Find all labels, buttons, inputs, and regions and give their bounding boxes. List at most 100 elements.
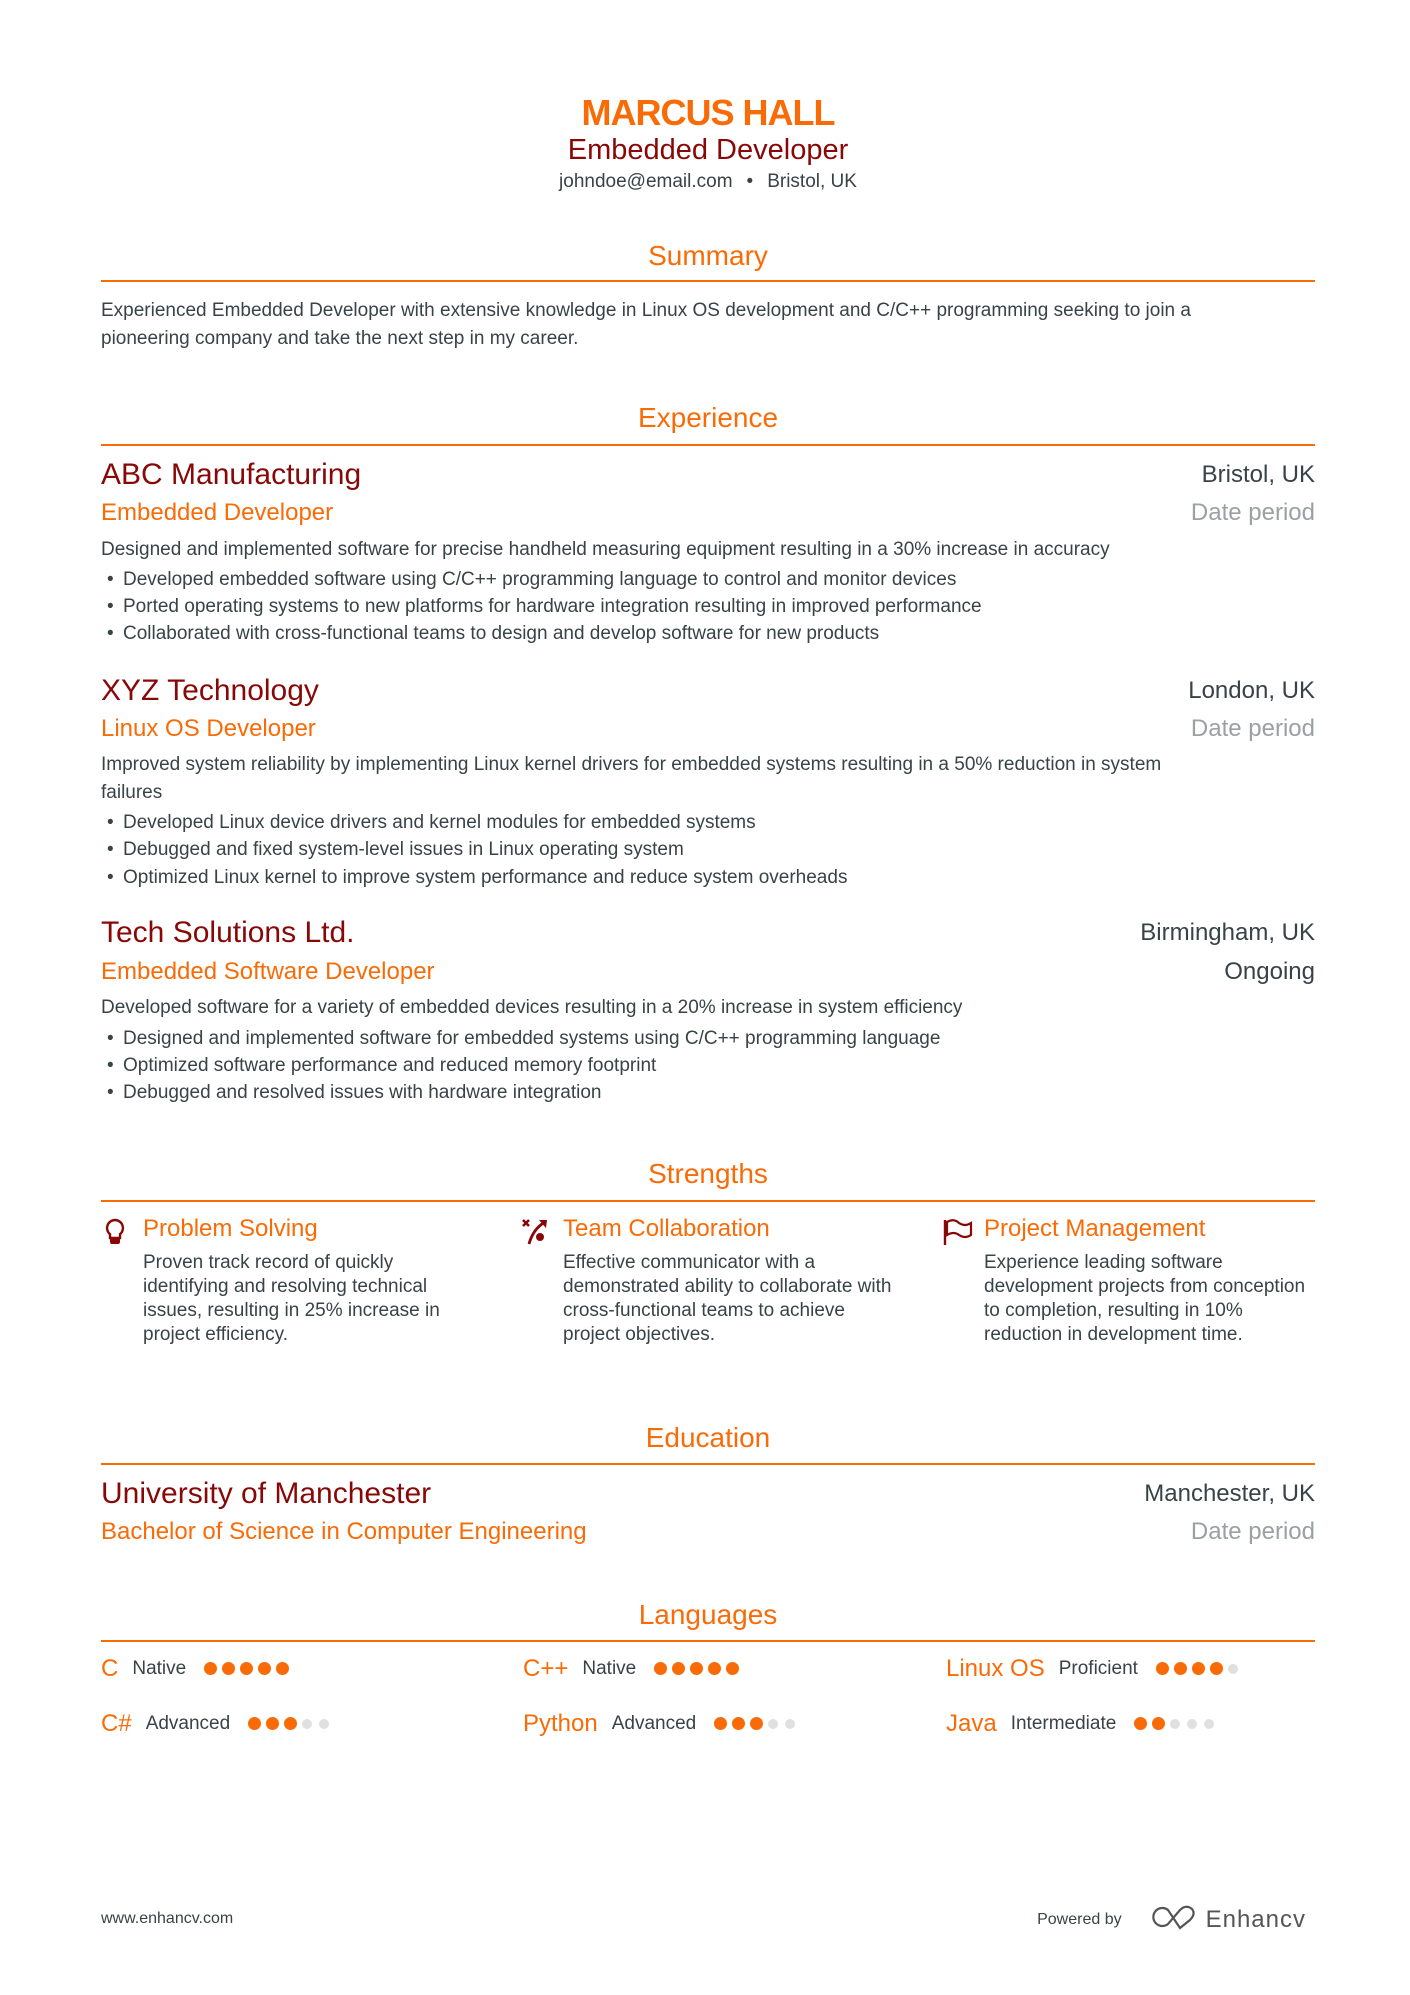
rating-dot-filled xyxy=(258,1662,272,1676)
language-name: C xyxy=(101,1655,119,1682)
rating-dot-filled xyxy=(276,1662,290,1676)
rating-dot-filled xyxy=(204,1662,218,1676)
rating-dot-filled xyxy=(708,1662,722,1676)
strengths-heading: Strengths xyxy=(648,1158,768,1189)
strategy-icon xyxy=(521,1217,549,1245)
job-bullet: • Ported operating systems to new platfor… xyxy=(101,596,1315,618)
job-date: Date period xyxy=(1190,715,1315,742)
rating-dot-filled xyxy=(690,1662,704,1676)
bullet-icon: • xyxy=(107,812,114,833)
language-name: Java xyxy=(946,1710,997,1737)
bullet-text: Optimized Linux kernel to improve system… xyxy=(123,867,848,888)
bullet-icon: • xyxy=(107,1055,114,1076)
strength-title: Project Management xyxy=(984,1215,1206,1242)
website-link[interactable]: www.enhancv.com xyxy=(101,1910,233,1928)
rating-dot-filled xyxy=(654,1662,668,1676)
section-divider xyxy=(101,1200,1315,1202)
job-date: Ongoing xyxy=(1224,958,1315,985)
bullet-icon: • xyxy=(107,867,114,888)
powered-by-label: Powered by xyxy=(1037,1910,1122,1928)
rating-dot-empty xyxy=(1204,1718,1215,1729)
language-name: C# xyxy=(101,1710,132,1737)
candidate-name: MARCUS HALL xyxy=(581,92,836,133)
rating-dot-filled xyxy=(1152,1717,1166,1731)
section-divider xyxy=(101,1463,1315,1465)
rating-dot-filled xyxy=(732,1717,746,1731)
description-line: Improved system reliability by implement… xyxy=(101,754,1162,775)
rating-dot-filled xyxy=(1191,1662,1205,1676)
lightbulb-icon xyxy=(101,1217,129,1245)
bullet-icon: • xyxy=(107,1028,114,1049)
powered-by[interactable]: Powered by Enhancv xyxy=(1037,1904,1306,1935)
school-name: University of Manchester xyxy=(101,1477,432,1510)
degree: Bachelor of Science in Computer Engineer… xyxy=(101,1518,587,1545)
job-location: London, UK xyxy=(1188,677,1315,704)
job-bullet: • Debugged and resolved issues with hardw… xyxy=(101,1082,1315,1104)
email[interactable]: johndoe@email.com xyxy=(559,171,733,192)
rating-dot-filled xyxy=(1134,1717,1148,1731)
language-level: Advanced xyxy=(611,1713,697,1734)
bullet-text: Debugged and resolved issues with hardwa… xyxy=(123,1082,602,1103)
candidate-title: Embedded Developer xyxy=(567,134,849,166)
job-bullet: • Debugged and fixed system-level issues … xyxy=(101,839,1315,861)
rating-dot-filled xyxy=(240,1662,254,1676)
job-bullet: • Developed embedded software using C/C++… xyxy=(101,569,1315,591)
rating-dot-filled xyxy=(284,1717,298,1731)
job-bullet: • Collaborated with cross-functional team… xyxy=(101,623,1315,645)
education-date: Date period xyxy=(1190,1518,1315,1545)
job-bullet: • Optimized Linux kernel to improve syste… xyxy=(101,867,1315,889)
language-item: Java Intermediate xyxy=(946,1710,1221,1738)
experience-heading: Experience xyxy=(637,402,779,433)
bullet-text: Optimized software performance and reduc… xyxy=(123,1055,657,1076)
bullet-text: Debugged and fixed system-level issues i… xyxy=(123,839,684,860)
school-location: Manchester, UK xyxy=(1144,1480,1315,1507)
rating-dot-empty xyxy=(768,1718,779,1729)
rating-dot-filled xyxy=(1209,1662,1223,1676)
separator: • xyxy=(746,171,754,192)
rating-dots xyxy=(1134,1715,1221,1733)
summary-heading: Summary xyxy=(648,240,768,271)
strength-title: Problem Solving xyxy=(143,1215,318,1242)
language-name: C++ xyxy=(523,1655,569,1682)
language-item: C++ Native xyxy=(523,1655,744,1683)
company-name: Tech Solutions Ltd. xyxy=(101,916,355,949)
job-description: Improved system reliability by implement… xyxy=(101,751,1315,807)
language-level: Advanced xyxy=(145,1713,231,1734)
rating-dot-filled xyxy=(1155,1662,1169,1676)
job-bullet: • Developed Linux device drivers and kern… xyxy=(101,812,1315,834)
rating-dots xyxy=(654,1660,744,1678)
bullet-text: Collaborated with cross-functional teams… xyxy=(123,623,880,644)
rating-dot-filled xyxy=(266,1717,280,1731)
job-location: Bristol, UK xyxy=(1201,461,1315,488)
rating-dots xyxy=(204,1660,294,1678)
company-name: ABC Manufacturing xyxy=(101,458,362,491)
strength-description: Effective communicator with a demonstrat… xyxy=(563,1252,892,1345)
bullet-text: Designed and implemented software for em… xyxy=(123,1028,941,1049)
bullet-text: Developed Linux device drivers and kerne… xyxy=(123,812,756,833)
job-description: Developed software for a variety of embe… xyxy=(101,997,963,1018)
enhancv-logo-icon xyxy=(1150,1904,1198,1935)
rating-dot-filled xyxy=(672,1662,686,1676)
rating-dot-filled xyxy=(714,1717,728,1731)
rating-dot-filled xyxy=(248,1717,262,1731)
language-name: Linux OS xyxy=(946,1655,1045,1682)
section-divider xyxy=(101,1640,1315,1642)
language-level: Proficient xyxy=(1058,1658,1138,1679)
location: Bristol, UK xyxy=(767,171,857,192)
language-name: Python xyxy=(523,1710,598,1737)
rating-dot-empty xyxy=(302,1718,313,1729)
education-heading: Education xyxy=(645,1422,771,1453)
summary-text: Experienced Embedded Developer with exte… xyxy=(101,297,1315,353)
language-item: Linux OS Proficient xyxy=(946,1655,1245,1683)
strength-description: Proven track record of quickly identifyi… xyxy=(143,1252,440,1345)
rating-dots xyxy=(248,1715,336,1733)
language-item: C Native xyxy=(101,1655,294,1683)
rating-dots xyxy=(714,1715,802,1733)
strength-description: Experience leading software development … xyxy=(984,1252,1306,1345)
language-level: Native xyxy=(582,1658,637,1679)
rating-dot-filled xyxy=(750,1717,764,1731)
rating-dots xyxy=(1155,1660,1245,1678)
language-item: Python Advanced xyxy=(523,1710,802,1738)
rating-dot-empty xyxy=(1227,1663,1238,1674)
rating-dot-empty xyxy=(1187,1718,1198,1729)
